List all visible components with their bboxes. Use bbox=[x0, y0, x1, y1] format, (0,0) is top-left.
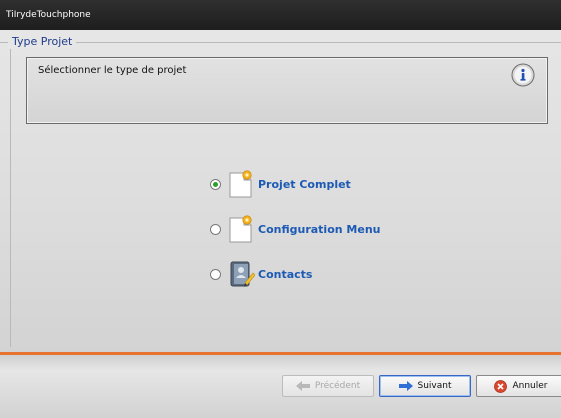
info-panel: Sélectionner le type de projet bbox=[26, 57, 548, 124]
radio-selected-dot bbox=[213, 181, 218, 187]
next-label: Suivant bbox=[417, 381, 452, 391]
wizard-content: Type Projet Sélectionner le type de proj… bbox=[0, 30, 561, 352]
document-icon bbox=[229, 215, 252, 243]
group-border-top bbox=[0, 42, 561, 43]
previous-button[interactable]: Précédent bbox=[282, 375, 374, 397]
info-text: Sélectionner le type de projet bbox=[38, 65, 187, 76]
option-label[interactable]: Contacts bbox=[258, 268, 312, 281]
radio-projet-complet[interactable] bbox=[210, 178, 221, 190]
info-icon bbox=[511, 63, 535, 87]
radio-configuration-menu[interactable] bbox=[210, 223, 221, 235]
cancel-button[interactable]: Annuler bbox=[476, 375, 561, 397]
radio-contacts[interactable] bbox=[210, 268, 221, 280]
option-label[interactable]: Projet Complet bbox=[258, 178, 351, 191]
close-icon bbox=[494, 379, 508, 393]
arrow-right-icon bbox=[398, 381, 413, 391]
option-label[interactable]: Configuration Menu bbox=[258, 223, 380, 236]
contacts-book-icon bbox=[230, 261, 255, 287]
option-contacts[interactable]: Contacts bbox=[210, 258, 312, 290]
group-label: Type Projet bbox=[8, 35, 77, 49]
group-border-left bbox=[10, 42, 11, 347]
previous-label: Précédent bbox=[314, 381, 361, 391]
arrow-left-icon bbox=[295, 381, 310, 391]
cancel-label: Annuler bbox=[512, 381, 548, 391]
option-projet-complet[interactable]: Projet Complet bbox=[210, 168, 351, 200]
option-configuration-menu[interactable]: Configuration Menu bbox=[210, 213, 380, 245]
next-button[interactable]: Suivant bbox=[379, 375, 471, 397]
window-title: TiIrydeTouchphone bbox=[0, 0, 561, 30]
document-icon bbox=[229, 170, 252, 198]
button-bar: Précédent Suivant Annuler bbox=[0, 355, 561, 418]
